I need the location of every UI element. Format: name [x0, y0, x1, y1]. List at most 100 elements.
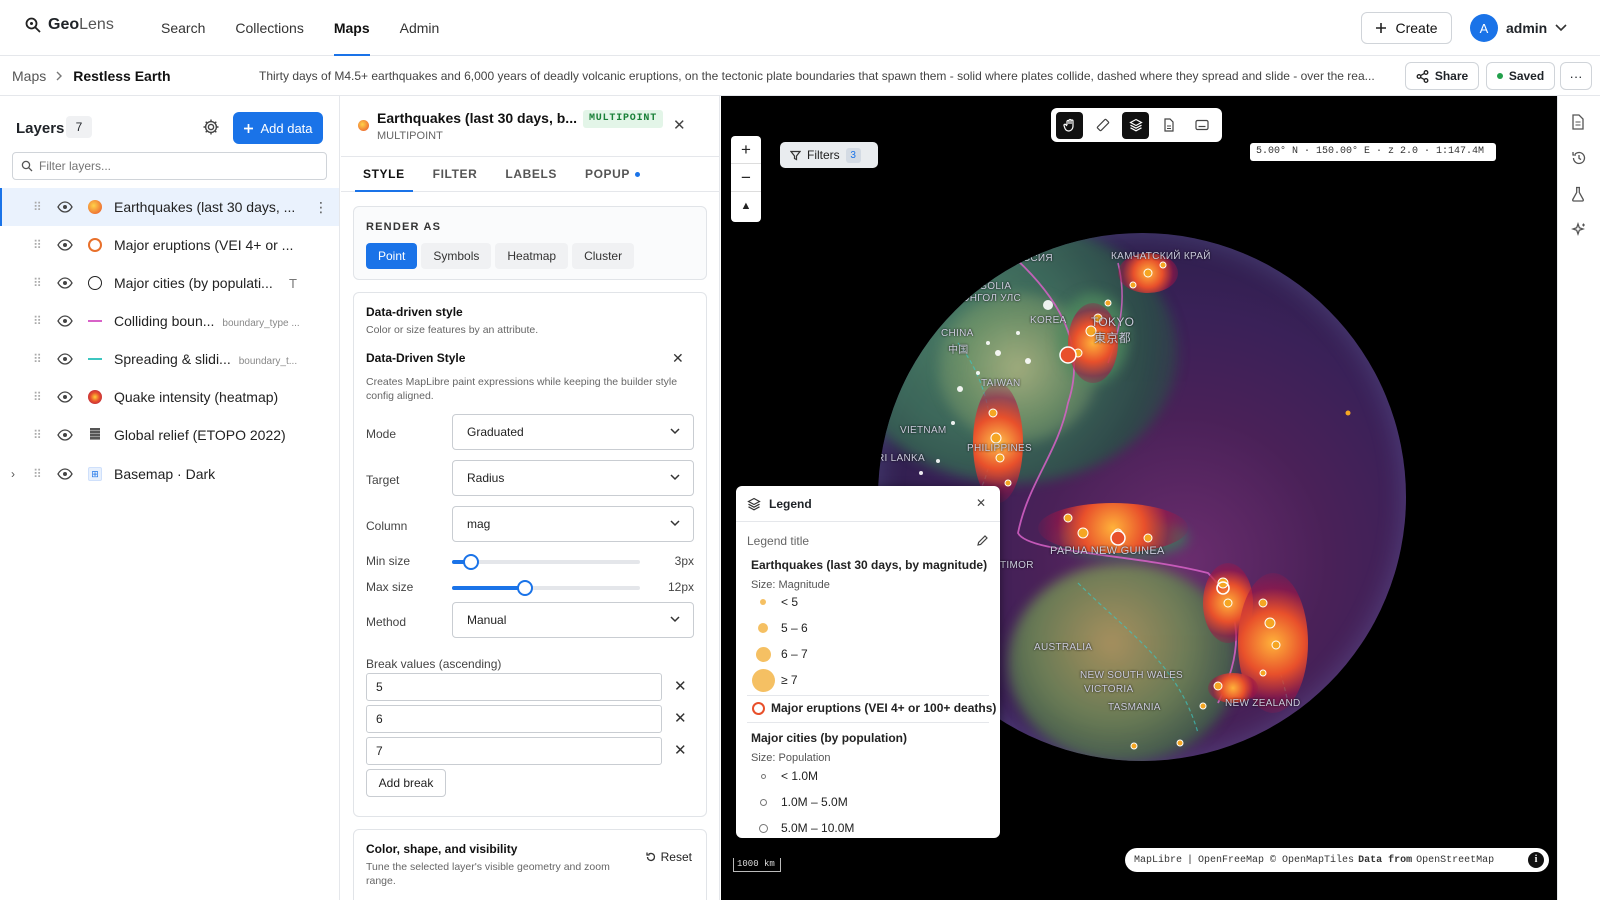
- attrib-openfreemap[interactable]: OpenFreeMap © OpenMapTiles: [1198, 855, 1354, 866]
- info-icon[interactable]: i: [1528, 852, 1544, 868]
- eye-icon[interactable]: [57, 389, 73, 405]
- method-select[interactable]: Manual: [452, 602, 694, 638]
- quake-dot-icon: [88, 200, 102, 214]
- share-button[interactable]: Share: [1405, 62, 1479, 90]
- label-russia-local: РОССИЯ: [1008, 253, 1053, 264]
- zoom-out-button[interactable]: −: [731, 164, 761, 192]
- render-symbols-option[interactable]: Symbols: [421, 243, 492, 269]
- label-korea: KOREA: [1030, 315, 1067, 326]
- rail-analysis-button[interactable]: [1571, 186, 1585, 205]
- min-size-slider[interactable]: [452, 554, 640, 570]
- remove-break-icon[interactable]: ✕: [674, 709, 687, 727]
- drag-handle-icon[interactable]: ⠿: [33, 238, 42, 252]
- map-canvas[interactable]: RUSSIA РОССИЯ КАМЧАТСКИЙ КРАЙ MONGOLIA М…: [721, 96, 1557, 900]
- style-editor-panel: Earthquakes (last 30 days, b... MULTIPOI…: [341, 96, 720, 900]
- layer-row-relief[interactable]: ⠿ Global relief (ETOPO 2022): [0, 416, 339, 454]
- drag-handle-icon[interactable]: ⠿: [33, 276, 42, 290]
- break-input[interactable]: 5: [366, 673, 662, 701]
- label-philippines: PHILIPPINES: [967, 443, 1032, 454]
- eye-icon[interactable]: [57, 427, 73, 443]
- close-editor-button[interactable]: ✕: [673, 116, 686, 134]
- layer-row-earthquakes[interactable]: ⠿ Earthquakes (last 30 days, ... ⋮: [0, 188, 339, 226]
- eye-icon[interactable]: [57, 199, 73, 215]
- max-size-slider[interactable]: [452, 580, 640, 596]
- nav-collections[interactable]: Collections: [220, 0, 318, 56]
- tab-filter[interactable]: FILTER: [419, 157, 492, 191]
- break-input[interactable]: 7: [366, 737, 662, 765]
- heatmap-icon: [88, 390, 102, 404]
- layers-settings-button[interactable]: [202, 118, 220, 139]
- target-select[interactable]: Radius: [452, 460, 694, 496]
- close-icon[interactable]: ✕: [672, 350, 684, 367]
- layer-row-spreading[interactable]: ⠿ Spreading & slidi... boundary_t...: [0, 340, 339, 378]
- eye-icon[interactable]: [57, 275, 73, 291]
- break-input[interactable]: 6: [366, 705, 662, 733]
- more-button[interactable]: ···: [1560, 62, 1592, 90]
- mode-select[interactable]: Graduated: [452, 414, 694, 450]
- saved-button[interactable]: Saved: [1486, 62, 1555, 90]
- drag-handle-icon[interactable]: ⠿: [33, 390, 42, 404]
- user-menu[interactable]: A admin: [1470, 14, 1567, 42]
- pan-tool-button[interactable]: [1056, 111, 1083, 139]
- legend-title-field[interactable]: Legend title: [747, 534, 809, 548]
- create-button[interactable]: Create: [1361, 12, 1452, 44]
- attrib-maplibre[interactable]: MapLibre: [1134, 855, 1182, 866]
- eye-icon[interactable]: [57, 351, 73, 367]
- breadcrumb-maps[interactable]: Maps: [12, 56, 46, 96]
- size-swatch: [751, 668, 775, 692]
- filter-layers-field[interactable]: [12, 152, 327, 180]
- column-select[interactable]: mag: [452, 506, 694, 542]
- layer-row-basemap[interactable]: › ⠿ ⊞ Basemap · Dark: [0, 454, 339, 494]
- max-size-thumb[interactable]: [517, 580, 534, 596]
- drag-handle-icon[interactable]: ⠿: [33, 428, 42, 442]
- render-point-option[interactable]: Point: [366, 243, 418, 269]
- attrib-osm[interactable]: OpenStreetMap: [1416, 855, 1494, 866]
- render-cluster-option[interactable]: Cluster: [572, 243, 635, 269]
- drag-handle-icon[interactable]: ⠿: [33, 314, 42, 328]
- rail-history-button[interactable]: [1571, 150, 1587, 169]
- eye-icon[interactable]: [57, 237, 73, 253]
- attribution: MapLibre | OpenFreeMap © OpenMapTiles Da…: [1125, 848, 1549, 872]
- render-heatmap-option[interactable]: Heatmap: [495, 243, 569, 269]
- remove-break-icon[interactable]: ✕: [674, 677, 687, 695]
- layer-row-heatmap[interactable]: ⠿ Quake intensity (heatmap): [0, 378, 339, 416]
- layers-tool-button[interactable]: [1122, 111, 1149, 139]
- app-logo[interactable]: Geo Lens: [24, 16, 114, 34]
- add-data-button[interactable]: Add data: [233, 112, 323, 144]
- nav-admin[interactable]: Admin: [385, 0, 455, 56]
- layer-row-colliding[interactable]: ⠿ Colliding boun... boundary_type ...: [0, 302, 339, 340]
- chevron-right-icon[interactable]: ›: [11, 467, 15, 481]
- nav-search[interactable]: Search: [146, 0, 220, 56]
- tab-style[interactable]: STYLE: [349, 157, 419, 192]
- drag-handle-icon[interactable]: ⠿: [33, 200, 42, 214]
- filter-layers-input[interactable]: [39, 159, 299, 173]
- caption-tool-button[interactable]: [1188, 112, 1215, 139]
- eye-icon[interactable]: [57, 313, 73, 329]
- layer-row-eruptions[interactable]: ⠿ Major eruptions (VEI 4+ or ...: [0, 226, 339, 264]
- eye-icon[interactable]: [57, 466, 73, 482]
- export-tool-button[interactable]: [1155, 112, 1182, 139]
- tab-labels[interactable]: LABELS: [491, 157, 571, 191]
- compass-button[interactable]: ▲: [731, 192, 761, 220]
- min-size-thumb[interactable]: [462, 554, 479, 570]
- pencil-icon[interactable]: [976, 534, 989, 547]
- close-legend-button[interactable]: ✕: [976, 496, 986, 510]
- layer-row-cities[interactable]: ⠿ Major cities (by populati... T: [0, 264, 339, 302]
- zoom-in-button[interactable]: +: [731, 136, 761, 164]
- tab-popup[interactable]: POPUP: [571, 157, 654, 191]
- rail-ai-button[interactable]: [1571, 222, 1587, 241]
- kebab-menu-icon[interactable]: ⋮: [314, 199, 328, 216]
- drag-handle-icon[interactable]: ⠿: [33, 467, 42, 481]
- remove-break-icon[interactable]: ✕: [674, 741, 687, 759]
- reset-button[interactable]: Reset: [645, 850, 692, 864]
- legend-quake-class-label: ≥ 7: [781, 673, 798, 687]
- drag-handle-icon[interactable]: ⠿: [33, 352, 42, 366]
- nav-maps[interactable]: Maps: [319, 0, 385, 56]
- size-swatch: [760, 599, 766, 605]
- add-break-button[interactable]: Add break: [366, 769, 446, 797]
- rail-details-button[interactable]: [1571, 114, 1585, 133]
- orange-ring-icon: [88, 238, 102, 252]
- filters-button[interactable]: Filters 3: [780, 142, 878, 168]
- measure-tool-button[interactable]: [1089, 112, 1116, 139]
- legend-quake-class: 6 – 7: [751, 644, 808, 664]
